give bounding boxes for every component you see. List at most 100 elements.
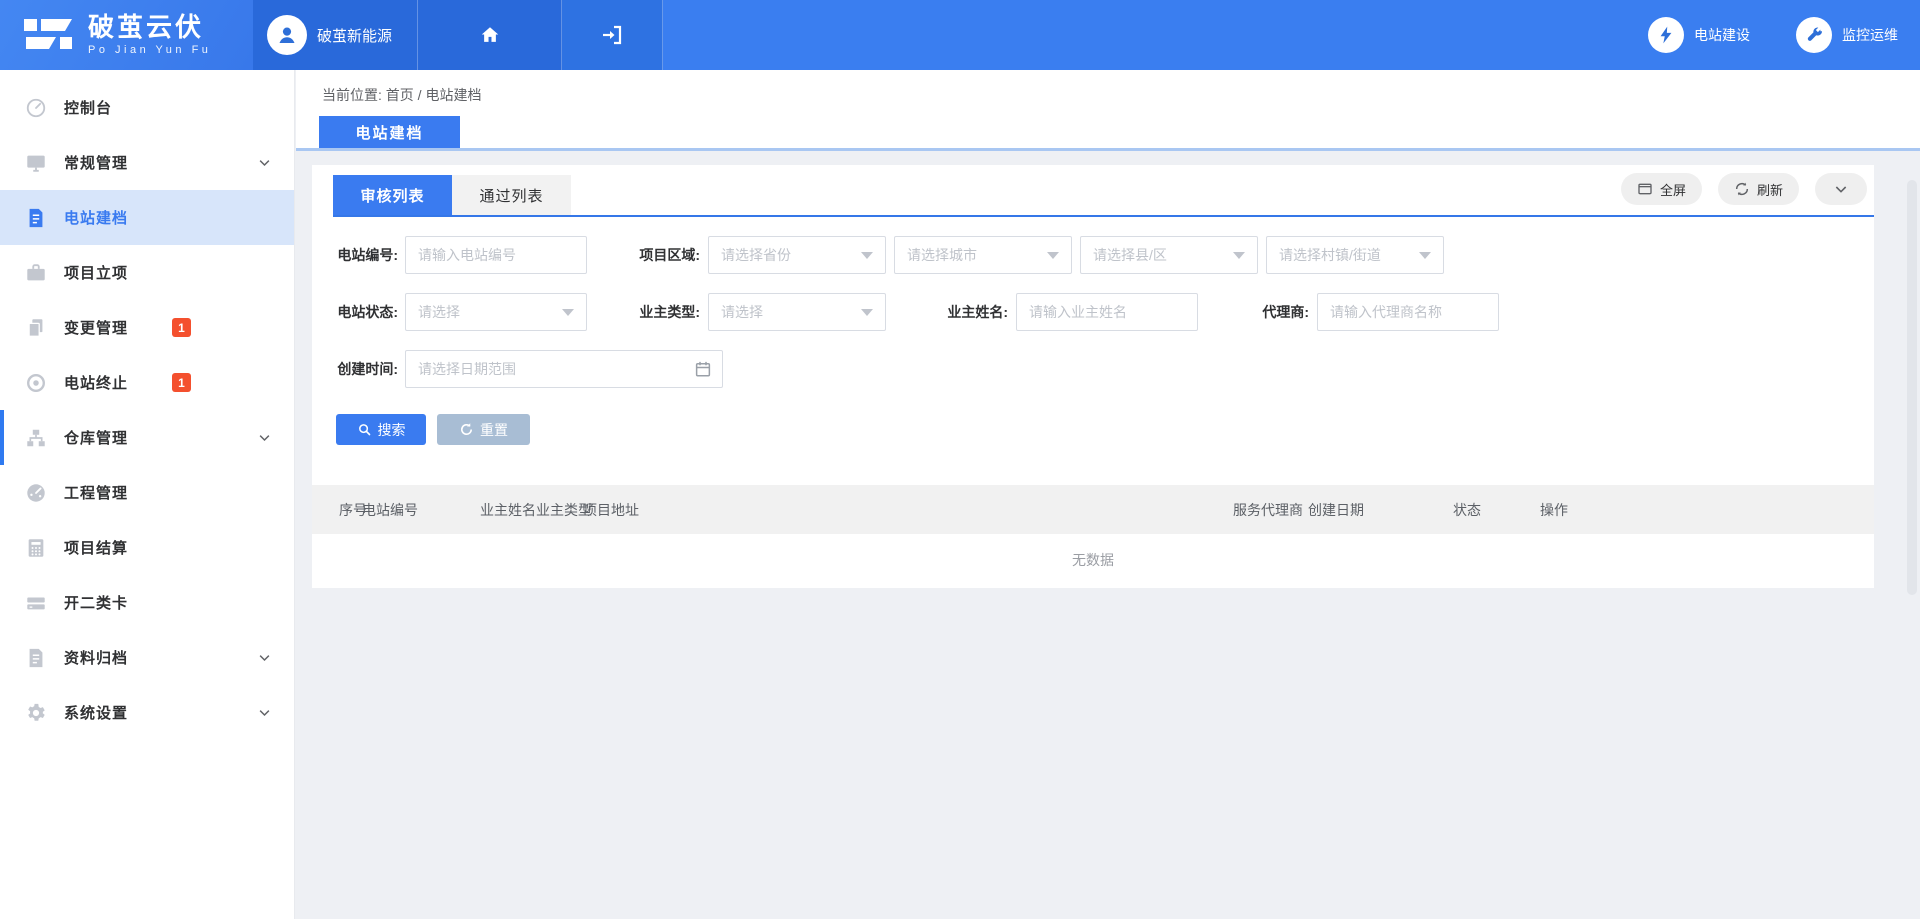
chevron-down-icon <box>1833 181 1849 197</box>
refresh-button[interactable]: 刷新 <box>1718 173 1799 205</box>
monitor-icon <box>25 152 47 174</box>
module-label: 电站建设 <box>1694 25 1750 45</box>
search-button[interactable]: 搜索 <box>336 414 426 445</box>
sidebar-item-project-settlement[interactable]: 项目结算 <box>0 520 294 575</box>
caret-down-icon <box>562 309 574 316</box>
sidebar-item-project-initiation[interactable]: 项目立项 <box>0 245 294 300</box>
reset-button[interactable]: 重置 <box>437 414 530 445</box>
sidebar-item-change-mgmt[interactable]: 变更管理 1 <box>0 300 294 355</box>
brand-title: 破茧云伏 <box>88 14 211 40</box>
sidebar-item-general-mgmt[interactable]: 常规管理 <box>0 135 294 190</box>
search-icon <box>357 422 372 437</box>
sidebar-item-station-archive[interactable]: 电站建档 <box>0 190 294 245</box>
owner-name-input[interactable] <box>1016 293 1198 331</box>
chevron-down-icon <box>257 430 272 445</box>
col-station-no: 电站编号 <box>362 485 418 534</box>
brand-logo: 破茧云伏 Po Jian Yun Fu <box>0 0 253 70</box>
filter-actions: 搜索 重置 <box>312 414 1874 445</box>
station-no-input[interactable] <box>405 236 587 274</box>
module-label: 监控运维 <box>1842 25 1898 45</box>
agent-label: 代理商: <box>1198 302 1317 322</box>
breadcrumb-home[interactable]: 首页 <box>386 87 414 103</box>
chevron-down-icon <box>257 650 272 665</box>
filter-row-3: 创建时间: <box>312 350 1874 388</box>
breadcrumb: 当前位置: 首页 / 电站建档 <box>296 70 1920 105</box>
breadcrumb-prefix: 当前位置: <box>322 87 382 103</box>
dashboard-icon <box>25 97 47 119</box>
badge-count: 1 <box>172 318 191 337</box>
breadcrumb-separator: / <box>418 87 422 103</box>
document-icon <box>25 207 47 229</box>
sidebar-item-warehouse-mgmt[interactable]: 仓库管理 <box>0 410 294 465</box>
sidebar-item-data-archive[interactable]: 资料归档 <box>0 630 294 685</box>
module-monitor-ops[interactable]: 监控运维 <box>1796 17 1898 53</box>
calendar-icon <box>694 360 712 378</box>
caret-down-icon <box>1233 252 1245 259</box>
page-tab-station-archive[interactable]: 电站建档 <box>319 116 460 148</box>
col-service-agent: 服务代理商 <box>1233 485 1303 534</box>
tab-review-list[interactable]: 审核列表 <box>333 175 452 215</box>
list-tabs: 审核列表 通过列表 全屏 刷新 <box>333 165 1874 217</box>
caret-down-icon <box>861 309 873 316</box>
sidebar-item-system-settings[interactable]: 系统设置 <box>0 685 294 740</box>
owner-name-label: 业主姓名: <box>894 302 1016 322</box>
sitemap-icon <box>25 427 47 449</box>
wrench-icon <box>1796 17 1832 53</box>
owner-type-select[interactable]: 请选择 <box>708 293 886 331</box>
copy-icon <box>25 317 47 339</box>
sidebar-item-type2-card[interactable]: 开二类卡 <box>0 575 294 630</box>
date-range-input[interactable] <box>418 361 694 377</box>
station-no-label: 电站编号: <box>336 245 398 265</box>
col-create-date: 创建日期 <box>1308 485 1364 534</box>
calculator-icon <box>25 537 47 559</box>
badge-count: 1 <box>172 373 191 392</box>
station-status-select[interactable]: 请选择 <box>405 293 587 331</box>
home-button[interactable] <box>418 0 562 70</box>
col-actions: 操作 <box>1540 485 1568 534</box>
content-card: 审核列表 通过列表 全屏 刷新 <box>312 165 1874 588</box>
avatar <box>267 15 307 55</box>
module-station-build[interactable]: 电站建设 <box>1648 17 1750 53</box>
reset-icon <box>459 422 474 437</box>
archive-icon <box>25 647 47 669</box>
empty-state: 无数据 <box>312 534 1874 586</box>
header-spacer <box>663 0 1648 70</box>
top-header: 破茧云伏 Po Jian Yun Fu 破茧新能源 <box>0 0 1920 70</box>
main-content: 当前位置: 首页 / 电站建档 电站建档 审核列表 通过列表 全屏 <box>296 70 1920 919</box>
city-select[interactable]: 请选择城市 <box>894 236 1072 274</box>
brand-subtitle: Po Jian Yun Fu <box>88 45 211 56</box>
district-select[interactable]: 请选择县/区 <box>1080 236 1258 274</box>
page-header-strip: 当前位置: 首页 / 电站建档 电站建档 <box>296 70 1920 151</box>
col-status: 状态 <box>1453 485 1481 534</box>
station-status-label: 电站状态: <box>336 302 398 322</box>
card-icon <box>25 592 47 614</box>
create-time-label: 创建时间: <box>336 359 398 379</box>
owner-type-label: 业主类型: <box>587 302 708 322</box>
scrollbar-thumb[interactable] <box>1907 180 1917 595</box>
home-icon <box>479 24 501 46</box>
sidebar-item-console[interactable]: 控制台 <box>0 80 294 135</box>
sidebar-item-engineering-mgmt[interactable]: 工程管理 <box>0 465 294 520</box>
logo-icon <box>22 13 74 57</box>
province-select[interactable]: 请选择省份 <box>708 236 886 274</box>
gauge-icon <box>25 482 47 504</box>
agent-input[interactable] <box>1317 293 1499 331</box>
sidebar-item-station-termination[interactable]: 电站终止 1 <box>0 355 294 410</box>
caret-down-icon <box>1419 252 1431 259</box>
street-select[interactable]: 请选择村镇/街道 <box>1266 236 1444 274</box>
date-range-picker[interactable] <box>405 350 723 388</box>
tab-passed-list[interactable]: 通过列表 <box>452 175 571 215</box>
table-header: 序号 电站编号 业主姓名 业主类型 项目地址 服务代理商 创建日期 状态 操作 <box>312 485 1874 534</box>
breadcrumb-current: 电站建档 <box>425 87 481 103</box>
col-project-address: 项目地址 <box>583 485 639 534</box>
briefcase-icon <box>25 262 47 284</box>
card-toolbar: 全屏 刷新 <box>1621 173 1867 205</box>
login-arrow-icon <box>600 23 624 47</box>
chevron-down-icon <box>257 705 272 720</box>
filter-row-1: 电站编号: 项目区域: 请选择省份 请选择城市 请选择县/区 请选择村镇/街道 <box>312 236 1874 274</box>
collapse-button[interactable] <box>1815 173 1867 205</box>
fullscreen-button[interactable]: 全屏 <box>1621 173 1702 205</box>
user-menu[interactable]: 破茧新能源 <box>253 0 418 70</box>
logout-button[interactable] <box>562 0 663 70</box>
refresh-icon <box>1734 181 1750 197</box>
